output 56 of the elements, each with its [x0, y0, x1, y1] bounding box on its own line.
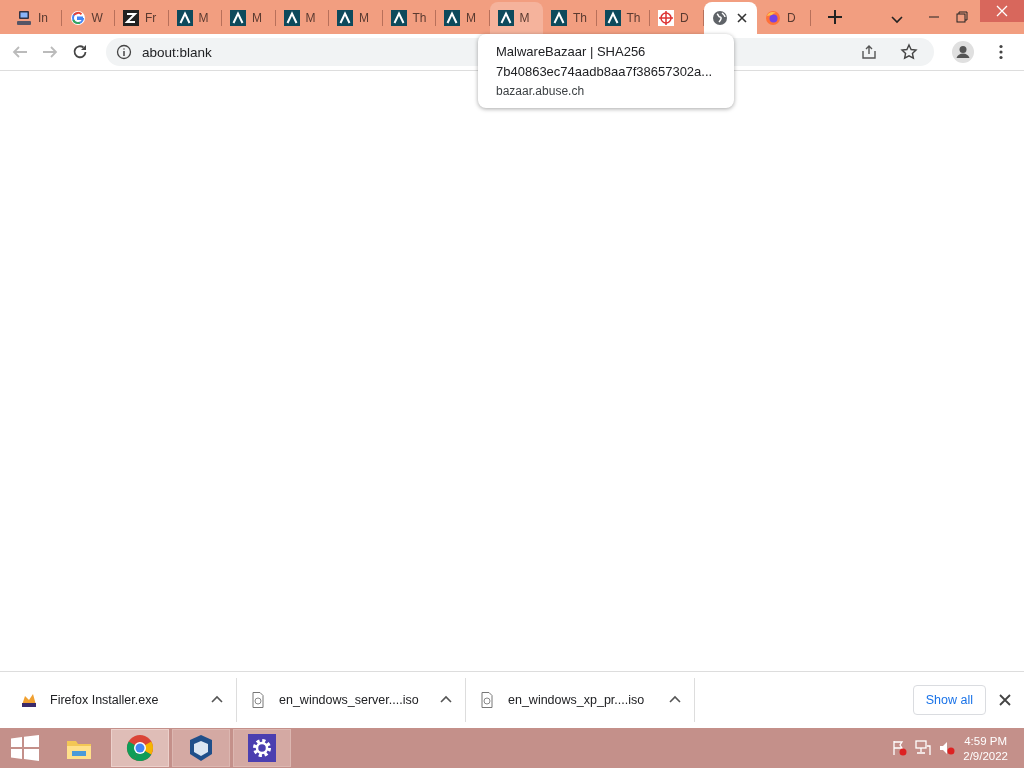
share-icon[interactable]	[860, 43, 878, 61]
star-icon[interactable]	[900, 43, 918, 61]
browser-tab[interactable]: Fr	[115, 2, 169, 34]
file-icon	[249, 691, 267, 709]
taskbar-app-button[interactable]	[233, 729, 291, 767]
lambda-icon	[176, 10, 193, 26]
close-button[interactable]	[980, 0, 1024, 22]
reload-icon[interactable]	[71, 43, 89, 61]
tooltip-url: bazaar.abuse.ch	[496, 84, 586, 98]
google-icon	[69, 10, 86, 26]
browser-tab[interactable]: M	[329, 2, 383, 34]
download-item[interactable]: Firefox Installer.exe	[8, 678, 237, 722]
gear-icon	[247, 733, 277, 763]
flag-icon[interactable]	[891, 740, 908, 756]
file-icon	[478, 691, 496, 709]
browser-tab[interactable]: W	[61, 2, 115, 34]
show-all-button[interactable]: Show all	[912, 685, 986, 715]
download-item[interactable]: en_windows_xp_pr....iso	[466, 678, 695, 722]
tooltip-title: MalwareBazaar | SHA256	[496, 44, 647, 60]
browser-tab[interactable]: In	[8, 2, 62, 34]
browser-tab[interactable]	[703, 2, 757, 34]
close-icon	[996, 5, 1008, 17]
browser-tab[interactable]: D	[757, 2, 811, 34]
browser-tab[interactable]: M	[168, 2, 222, 34]
browser-tab[interactable]: M	[275, 2, 329, 34]
browser-tab[interactable]: M	[489, 2, 543, 34]
computer-icon	[16, 10, 32, 26]
lambda-icon	[551, 10, 567, 26]
lambda-icon	[283, 10, 300, 26]
browser-tab[interactable]: Th	[543, 2, 597, 34]
browser-tab[interactable]: M	[436, 2, 490, 34]
taskbar-app-button[interactable]	[172, 729, 230, 767]
browser-tab[interactable]: Th	[382, 2, 436, 34]
clock[interactable]: 4:59 PM 2/9/2022	[963, 734, 1008, 762]
close-icon[interactable]	[998, 693, 1012, 707]
download-item[interactable]: en_windows_server....iso	[237, 678, 466, 722]
lambda-icon	[390, 10, 407, 26]
speaker-muted-icon[interactable]	[939, 740, 956, 756]
globe-icon	[711, 10, 728, 26]
chrome-icon	[125, 733, 155, 763]
lambda-icon	[497, 10, 514, 26]
firefox-icon	[765, 10, 781, 26]
z-icon	[123, 10, 139, 26]
windows-logo-icon[interactable]	[11, 735, 39, 761]
lambda-icon	[604, 10, 621, 26]
browser-tab[interactable]: Th	[596, 2, 650, 34]
avatar-icon[interactable]	[952, 41, 974, 63]
target-icon	[658, 10, 674, 26]
browser-tab[interactable]: M	[222, 2, 276, 34]
tooltip-subtitle: 7b40863ec74aadb8aa7f38657302a...	[496, 64, 714, 80]
browser-tab[interactable]: D	[650, 2, 704, 34]
info-icon[interactable]	[116, 44, 132, 60]
lambda-icon	[337, 10, 353, 26]
restore-icon[interactable]	[956, 11, 968, 23]
lambda-icon	[444, 10, 460, 26]
lambda-icon	[230, 10, 246, 26]
